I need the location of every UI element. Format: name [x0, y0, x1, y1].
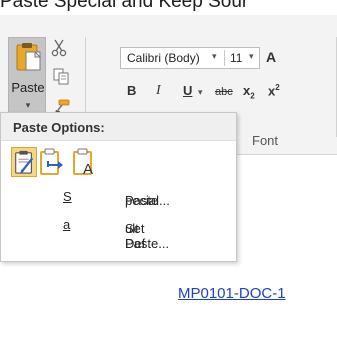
paste-options-menu: Paste Options: A Paste Special... Set De…	[0, 112, 237, 262]
set-default-paste-menu-item[interactable]: Set Def a ult Paste...	[1, 213, 236, 251]
underline-button[interactable]: U	[183, 83, 192, 98]
strikethrough-button[interactable]: abc	[215, 86, 233, 98]
keep-source-formatting-icon[interactable]	[11, 147, 37, 177]
paste-special-menu-item[interactable]: Paste Special...	[1, 185, 236, 209]
font-name-dropdown-icon[interactable]: ▾	[212, 51, 217, 62]
font-group-label: Font	[252, 133, 279, 148]
italic-button[interactable]: I	[156, 83, 161, 99]
paste-special-accel-key: S	[63, 189, 72, 204]
font-name-combobox[interactable]: Calibri (Body) ▾ 11 ▾	[120, 47, 260, 69]
keep-text-only-icon[interactable]: A	[71, 147, 97, 177]
default-paste-accel-key: a	[63, 217, 71, 232]
bold-button[interactable]: B	[127, 83, 136, 98]
merge-formatting-icon[interactable]	[38, 147, 64, 177]
cut-icon[interactable]	[50, 39, 68, 57]
paste-options-title: Paste Options:	[13, 120, 105, 135]
svg-text:A: A	[83, 161, 93, 177]
paste-button[interactable]: Paste ▾	[8, 37, 46, 119]
paste-icon	[16, 43, 42, 71]
combobox-divider	[224, 50, 225, 66]
paste-label: Paste	[11, 80, 45, 95]
underline-dropdown-icon[interactable]: ▾	[198, 87, 203, 98]
subscript-button[interactable]: x2	[243, 83, 255, 101]
grow-font-button[interactable]: A	[266, 49, 276, 65]
font-size-value[interactable]: 11	[230, 51, 242, 65]
font-size-dropdown-icon[interactable]: ▾	[249, 51, 254, 62]
paste-special-label-end: pecial...	[125, 193, 170, 208]
superscript-button[interactable]: x2	[268, 83, 280, 98]
document-hyperlink[interactable]: MP0101-DOC-1	[178, 285, 286, 302]
paste-dropdown-arrow[interactable]: ▾	[23, 100, 33, 111]
copy-icon[interactable]	[52, 67, 70, 85]
font-name-value[interactable]: Calibri (Body)	[127, 51, 200, 65]
paste-options-header: Paste Options:	[1, 113, 236, 141]
default-paste-label-end: ult Paste...	[125, 221, 170, 251]
subscript-mark: 2	[250, 91, 255, 101]
superscript-mark: 2	[275, 83, 280, 92]
tutorial-caption: Paste Special and Keep Sour	[0, 0, 249, 12]
